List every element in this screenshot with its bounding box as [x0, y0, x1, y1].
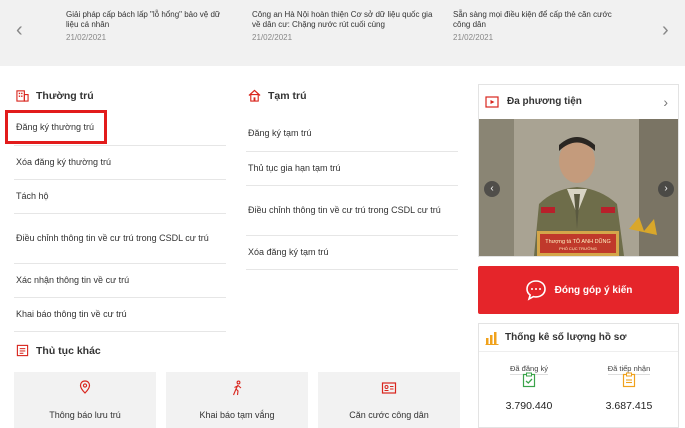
officer-photo: Thượng tá TÔ ANH DŨNG PHÓ CỤC TRƯỞNG: [479, 119, 678, 256]
list-item[interactable]: Tách hộ: [14, 180, 226, 214]
feedback-button[interactable]: Đóng góp ý kiến: [478, 266, 679, 314]
media-header[interactable]: Đa phương tiện ›: [479, 85, 678, 118]
bar-chart-icon: [485, 331, 499, 345]
location-pin-icon: [79, 380, 91, 394]
id-card-icon: [381, 382, 397, 394]
news-strip: ‹ Giải pháp cấp bách lấp "lỗ hổng" bảo v…: [0, 0, 685, 66]
list-item[interactable]: Xóa đăng ký thường trú: [14, 146, 226, 180]
news-date: 21/02/2021: [66, 33, 107, 42]
media-panel: Đa phương tiện › Thượng tá TÔ ANH DŨNG P…: [478, 84, 679, 257]
news-date: 21/02/2021: [453, 33, 494, 42]
news-date: 21/02/2021: [252, 33, 293, 42]
tam-tru-list: Đăng ký tạm trú Thủ tục gia hạn tạm trú …: [246, 116, 458, 270]
list-item[interactable]: Xóa đăng ký tạm trú: [246, 236, 458, 270]
tile-can-cuoc-cong-dan[interactable]: Căn cước công dân: [318, 372, 460, 428]
section-thu-tuc-khac-header: Thủ tục khác: [16, 344, 101, 357]
highlight-box: [5, 110, 107, 144]
stats-received: Đã tiếp nhận 3.687.415: [579, 358, 679, 412]
document-list-icon: [16, 344, 29, 357]
stats-panel: Thống kê số lượng hồ sơ Đã đăng ký 3.790…: [478, 323, 679, 428]
section-tam-tru-header: Tạm trú: [248, 89, 307, 102]
list-item[interactable]: Xác nhận thông tin về cư trú: [14, 264, 226, 298]
chat-bubble-icon: [525, 280, 546, 301]
news-item[interactable]: Sẵn sàng mọi điều kiện để cấp thẻ căn cư…: [453, 10, 623, 43]
section-thuong-tru-header: Thường trú: [16, 89, 94, 102]
feedback-label: Đóng góp ý kiến: [554, 284, 633, 296]
list-item[interactable]: Đăng ký tạm trú: [246, 116, 458, 152]
media-title: Đa phương tiện: [507, 96, 582, 107]
stats-received-value: 3.687.415: [605, 400, 653, 412]
clipboard-list-icon: [622, 372, 636, 388]
news-item[interactable]: Công an Hà Nội hoàn thiện Cơ sở dữ liệu …: [252, 10, 442, 43]
news-title: Giải pháp cấp bách lấp "lỗ hổng" bảo vệ …: [66, 10, 221, 29]
media-photo[interactable]: Thượng tá TÔ ANH DŨNG PHÓ CỤC TRƯỞNG ‹ ›: [479, 119, 678, 256]
news-title: Công an Hà Nội hoàn thiện Cơ sở dữ liệu …: [252, 10, 433, 29]
home-icon: [248, 89, 261, 102]
building-icon: [16, 90, 29, 102]
chevron-right-icon[interactable]: ›: [662, 20, 669, 40]
next-slide-icon[interactable]: ›: [658, 181, 674, 197]
list-item[interactable]: Thủ tục gia hạn tạm trú: [246, 152, 458, 186]
tile-khai-bao-tam-vang[interactable]: Khai báo tạm vắng: [166, 372, 308, 428]
list-item[interactable]: Điều chỉnh thông tin về cư trú trong CSD…: [14, 214, 226, 264]
chevron-left-icon[interactable]: ‹: [16, 20, 23, 40]
stats-header: Thống kê số lượng hồ sơ: [479, 324, 678, 352]
list-item[interactable]: Khai báo thông tin về cư trú: [14, 298, 226, 332]
walking-person-icon: [232, 380, 242, 396]
news-item[interactable]: Giải pháp cấp bách lấp "lỗ hổng" bảo vệ …: [66, 10, 231, 43]
section-title: Thường trú: [36, 89, 94, 102]
tile-label: Căn cước công dân: [349, 410, 429, 420]
news-title: Sẵn sàng mọi điều kiện để cấp thẻ căn cư…: [453, 10, 612, 29]
tile-label: Khai báo tạm vắng: [199, 410, 275, 420]
section-title: Thủ tục khác: [36, 344, 101, 357]
nameplate-subtext: PHÓ CỤC TRƯỞNG: [559, 246, 597, 251]
stats-registered: Đã đăng ký 3.790.440: [479, 358, 579, 412]
clipboard-check-icon: [522, 372, 536, 388]
stats-title: Thống kê số lượng hồ sơ: [505, 332, 627, 343]
tile-label: Thông báo lưu trú: [49, 410, 121, 420]
chevron-right-icon[interactable]: ›: [663, 94, 668, 110]
nameplate-text: Thượng tá TÔ ANH DŨNG: [545, 238, 611, 245]
video-icon: [485, 95, 499, 108]
prev-slide-icon[interactable]: ‹: [484, 181, 500, 197]
list-item[interactable]: Điều chỉnh thông tin về cư trú trong CSD…: [246, 186, 458, 236]
tile-thong-bao-luu-tru[interactable]: Thông báo lưu trú: [14, 372, 156, 428]
section-title: Tạm trú: [268, 89, 307, 102]
stats-registered-value: 3.790.440: [505, 400, 553, 412]
